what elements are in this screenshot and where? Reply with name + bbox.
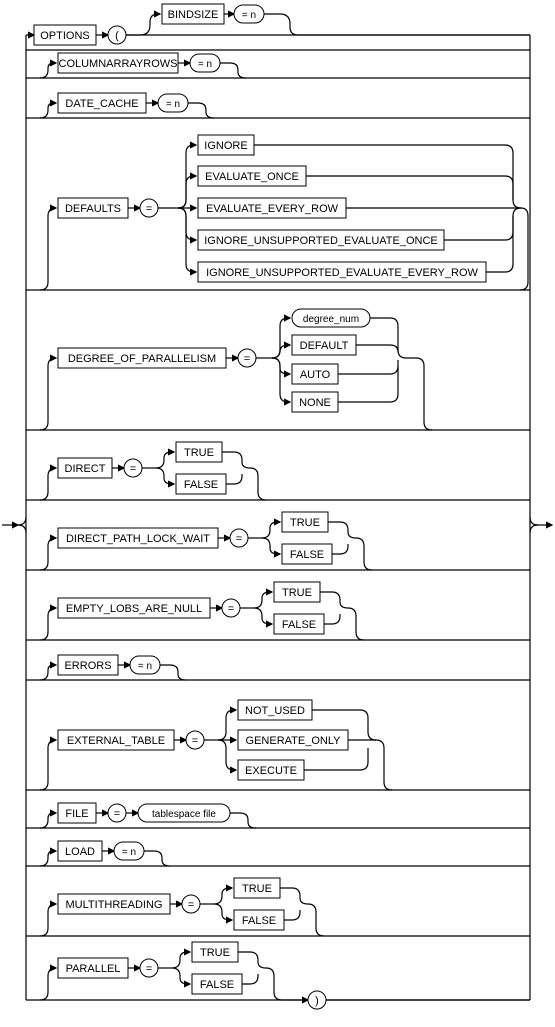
kw-ext-label: EXTERNAL_TABLE bbox=[67, 735, 165, 747]
row-ext: EXTERNAL_TABLE = NOT_USED GENERATE_ONLY … bbox=[26, 700, 530, 790]
row-file: FILE = tablespace file bbox=[26, 803, 530, 828]
errors-val: = n bbox=[138, 661, 152, 672]
kw-dop-label: DEGREE_OF_PARALLELISM bbox=[68, 353, 216, 365]
lparen-label: ( bbox=[115, 30, 119, 42]
direct-true: TRUE bbox=[184, 447, 214, 459]
row-dop: DEGREE_OF_PARALLELISM = degree_num DEFAU… bbox=[26, 309, 530, 430]
row-direct: DIRECT = TRUE FALSE bbox=[26, 442, 530, 500]
direct-false: FALSE bbox=[184, 479, 218, 491]
parallel-false: FALSE bbox=[200, 979, 234, 991]
kw-direct-label: DIRECT bbox=[65, 463, 106, 475]
row-datecache: DATE_CACHE = n bbox=[26, 93, 530, 118]
row-elobs: EMPTY_LOBS_ARE_NULL = TRUE FALSE bbox=[26, 582, 530, 640]
kw-datecache-label: DATE_CACHE bbox=[65, 98, 138, 110]
kw-parallel-label: PARALLEL bbox=[66, 963, 121, 975]
direct-eq: = bbox=[130, 463, 136, 475]
ext-eq: = bbox=[192, 735, 198, 747]
dop-ch2: AUTO bbox=[300, 369, 331, 381]
parallel-true: TRUE bbox=[200, 947, 230, 959]
defaults-ch4: IGNORE_UNSUPPORTED_EVALUATE_EVERY_ROW bbox=[206, 267, 478, 279]
elobs-false: FALSE bbox=[282, 619, 316, 631]
kw-errors-label: ERRORS bbox=[64, 660, 111, 672]
mt-eq: = bbox=[188, 899, 194, 911]
rparen-label: ) bbox=[315, 995, 319, 1007]
dop-ch3: NONE bbox=[299, 397, 331, 409]
row-load: LOAD = n bbox=[26, 841, 530, 866]
car-val-label: = n bbox=[198, 59, 212, 70]
row-defaults: DEFAULTS = IGNORE EVALUATE_ONCE EVALUATE… bbox=[26, 135, 530, 290]
ext-ch0: NOT_USED bbox=[245, 705, 305, 717]
mt-true: TRUE bbox=[242, 883, 272, 895]
kw-elobs-label: EMPTY_LOBS_ARE_NULL bbox=[66, 603, 202, 615]
row-parallel: PARALLEL = TRUE FALSE ) bbox=[26, 942, 530, 1009]
defaults-ch3: IGNORE_UNSUPPORTED_EVALUATE_ONCE bbox=[204, 235, 438, 247]
dop-ch0: degree_num bbox=[303, 314, 359, 325]
kw-bindsize-label: BINDSIZE bbox=[168, 9, 219, 21]
bindsize-val-label: = n bbox=[242, 10, 256, 21]
datecache-val-label: = n bbox=[166, 99, 180, 110]
defaults-ch0: IGNORE bbox=[204, 140, 247, 152]
defaults-eq-label: = bbox=[146, 203, 152, 215]
kw-mt-label: MULTITHREADING bbox=[66, 899, 163, 911]
defaults-ch2: EVALUATE_EVERY_ROW bbox=[206, 203, 339, 215]
kw-defaults-label: DEFAULTS bbox=[65, 203, 121, 215]
dop-ch1: DEFAULT bbox=[300, 340, 349, 352]
row-mt: MULTITHREADING = TRUE FALSE bbox=[26, 878, 530, 936]
mt-false: FALSE bbox=[242, 915, 276, 927]
row-dplw: DIRECT_PATH_LOCK_WAIT = TRUE FALSE bbox=[26, 512, 530, 570]
defaults-ch1: EVALUATE_ONCE bbox=[205, 171, 299, 183]
kw-options-label: OPTIONS bbox=[40, 30, 90, 42]
elobs-true: TRUE bbox=[282, 587, 312, 599]
kw-dplw-label: DIRECT_PATH_LOCK_WAIT bbox=[66, 533, 210, 545]
dplw-eq: = bbox=[236, 533, 242, 545]
dop-eq-label: = bbox=[244, 353, 250, 365]
dplw-false: FALSE bbox=[290, 549, 324, 561]
dplw-true: TRUE bbox=[290, 517, 320, 529]
kw-car-label: COLUMNARRAYROWS bbox=[59, 58, 178, 70]
railroad-diagram: OPTIONS ( BINDSIZE = n COLUMNARRAYROWS =… bbox=[0, 0, 555, 1027]
load-val: = n bbox=[122, 847, 136, 858]
ext-ch1: GENERATE_ONLY bbox=[246, 735, 342, 747]
file-eq: = bbox=[114, 808, 120, 820]
elobs-eq: = bbox=[228, 603, 234, 615]
ext-ch2: EXECUTE bbox=[245, 765, 297, 777]
parallel-eq: = bbox=[146, 963, 152, 975]
kw-load-label: LOAD bbox=[65, 846, 95, 858]
kw-file-label: FILE bbox=[65, 808, 88, 820]
file-val: tablespace file bbox=[152, 809, 216, 820]
row-errors: ERRORS = n bbox=[26, 655, 530, 680]
row-columnarrayrows: COLUMNARRAYROWS = n bbox=[26, 50, 530, 78]
